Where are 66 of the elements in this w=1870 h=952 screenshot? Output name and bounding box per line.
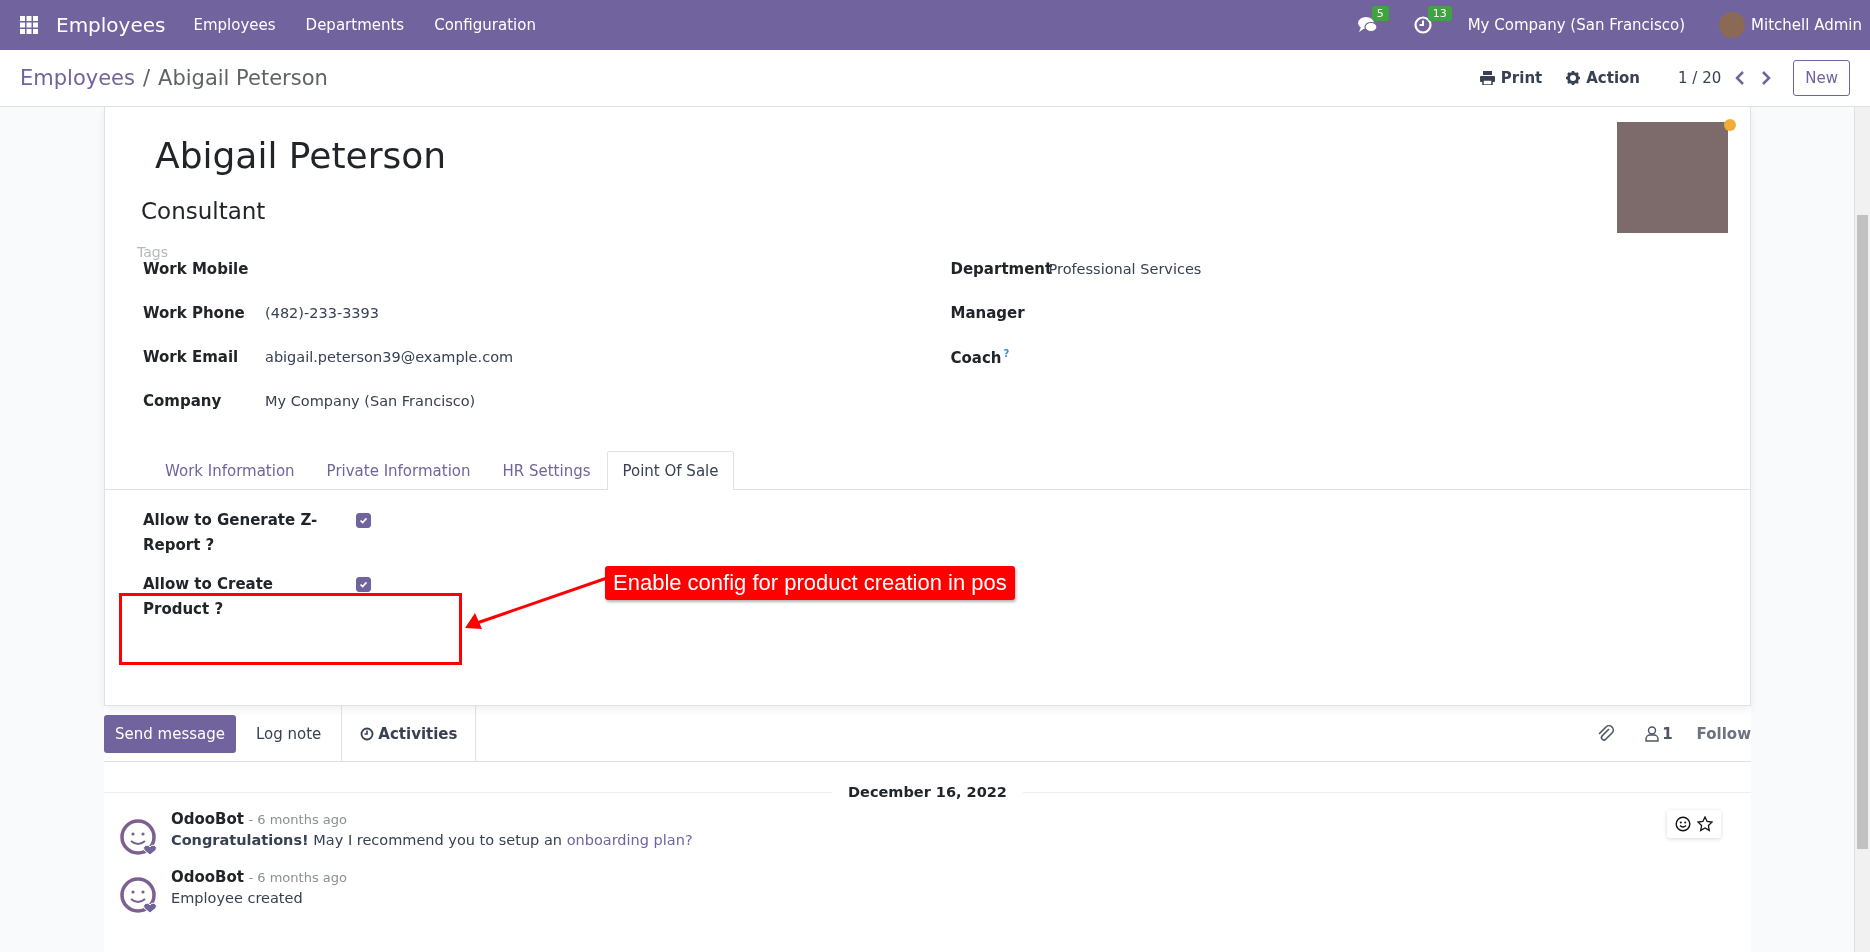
new-button[interactable]: New bbox=[1793, 60, 1850, 96]
bot-avatar-icon bbox=[119, 876, 159, 916]
apps-menu-icon[interactable] bbox=[20, 16, 38, 34]
company-switcher[interactable]: My Company (San Francisco) bbox=[1467, 16, 1686, 34]
message-body: Employee created bbox=[171, 890, 304, 906]
user-menu[interactable]: Mitchell Admin bbox=[1751, 16, 1862, 34]
activity-count-badge: 13 bbox=[1427, 6, 1452, 21]
message-time: - 6 months ago bbox=[248, 812, 347, 827]
tab[interactable]: HR Settings bbox=[486, 451, 607, 490]
scrollbar[interactable] bbox=[1854, 107, 1870, 952]
bot-avatar-icon bbox=[119, 818, 159, 858]
field-label: Coach bbox=[950, 349, 1002, 367]
onboarding-link[interactable]: onboarding plan? bbox=[566, 832, 693, 848]
pager-value: 1 / 20 bbox=[1678, 69, 1722, 87]
previous-icon[interactable] bbox=[1735, 71, 1746, 85]
tab[interactable]: Work Information bbox=[149, 451, 311, 490]
setting-label: Allow to Generate Z-Report ? bbox=[143, 510, 319, 556]
paperclip-icon[interactable] bbox=[1597, 723, 1616, 744]
send-message-button[interactable]: Send message bbox=[104, 714, 236, 753]
field-label: Department bbox=[950, 260, 1053, 278]
breadcrumb-link[interactable]: Employees bbox=[20, 66, 135, 90]
gear-icon[interactable] bbox=[1566, 71, 1581, 85]
field-label: Work Phone bbox=[143, 304, 245, 322]
menu-item[interactable]: Configuration bbox=[434, 16, 536, 34]
menu-item[interactable]: Employees bbox=[193, 16, 276, 34]
help-mark[interactable]: ? bbox=[1003, 348, 1010, 359]
follow-button[interactable]: Follow bbox=[1696, 724, 1751, 743]
print-icon[interactable] bbox=[1479, 71, 1495, 85]
field-value[interactable]: abigail.peterson39@example.com bbox=[265, 349, 514, 365]
app-title[interactable]: Employees bbox=[56, 13, 166, 37]
checkbox[interactable] bbox=[356, 513, 371, 528]
chat-icon[interactable] bbox=[1357, 16, 1378, 34]
follower-count[interactable]: 1 bbox=[1662, 724, 1673, 743]
checkbox[interactable] bbox=[356, 577, 371, 592]
field-value[interactable]: My Company (San Francisco) bbox=[265, 393, 476, 409]
next-icon[interactable] bbox=[1761, 71, 1772, 85]
breadcrumb-current: Abigail Peterson bbox=[158, 66, 328, 90]
breadcrumb-separator: / bbox=[142, 66, 151, 90]
action-button[interactable]: Action bbox=[1584, 69, 1643, 87]
annotation-callout: Enable config for product creation in pos bbox=[605, 566, 1015, 600]
job-title[interactable]: Consultant bbox=[141, 198, 266, 224]
message-time: - 6 months ago bbox=[248, 870, 347, 885]
check-icon bbox=[358, 579, 369, 590]
setting-label: Allow to Create Product ? bbox=[143, 574, 275, 620]
follower-icon[interactable] bbox=[1645, 725, 1660, 742]
message-author[interactable]: OdooBot bbox=[171, 868, 244, 886]
clock-icon[interactable] bbox=[1413, 16, 1432, 34]
field-value[interactable]: (482)-233-3393 bbox=[265, 305, 380, 321]
menu-item[interactable]: Departments bbox=[305, 16, 405, 34]
message-body: Congratulations! May I recommend you to setup an onboarding plan? bbox=[171, 832, 693, 848]
emoji-icon[interactable] bbox=[1675, 816, 1691, 832]
field-label: Work Email bbox=[143, 348, 239, 366]
clock-icon bbox=[360, 726, 375, 741]
employee-name[interactable]: Abigail Peterson bbox=[155, 135, 447, 176]
check-icon bbox=[358, 515, 369, 526]
message-author[interactable]: OdooBot bbox=[171, 810, 244, 828]
date-separator: December 16, 2022 bbox=[847, 784, 1008, 800]
field-label: Company bbox=[143, 392, 222, 410]
tab[interactable]: Private Information bbox=[310, 451, 487, 490]
activities-button[interactable]: Activities bbox=[341, 706, 477, 761]
tab[interactable]: Point Of Sale bbox=[606, 451, 735, 490]
message-count-badge: 5 bbox=[1371, 6, 1389, 21]
print-button[interactable]: Print bbox=[1498, 69, 1545, 87]
field-label: Work Mobile bbox=[143, 260, 249, 278]
field-label: Manager bbox=[950, 304, 1025, 322]
star-icon[interactable] bbox=[1697, 816, 1713, 832]
